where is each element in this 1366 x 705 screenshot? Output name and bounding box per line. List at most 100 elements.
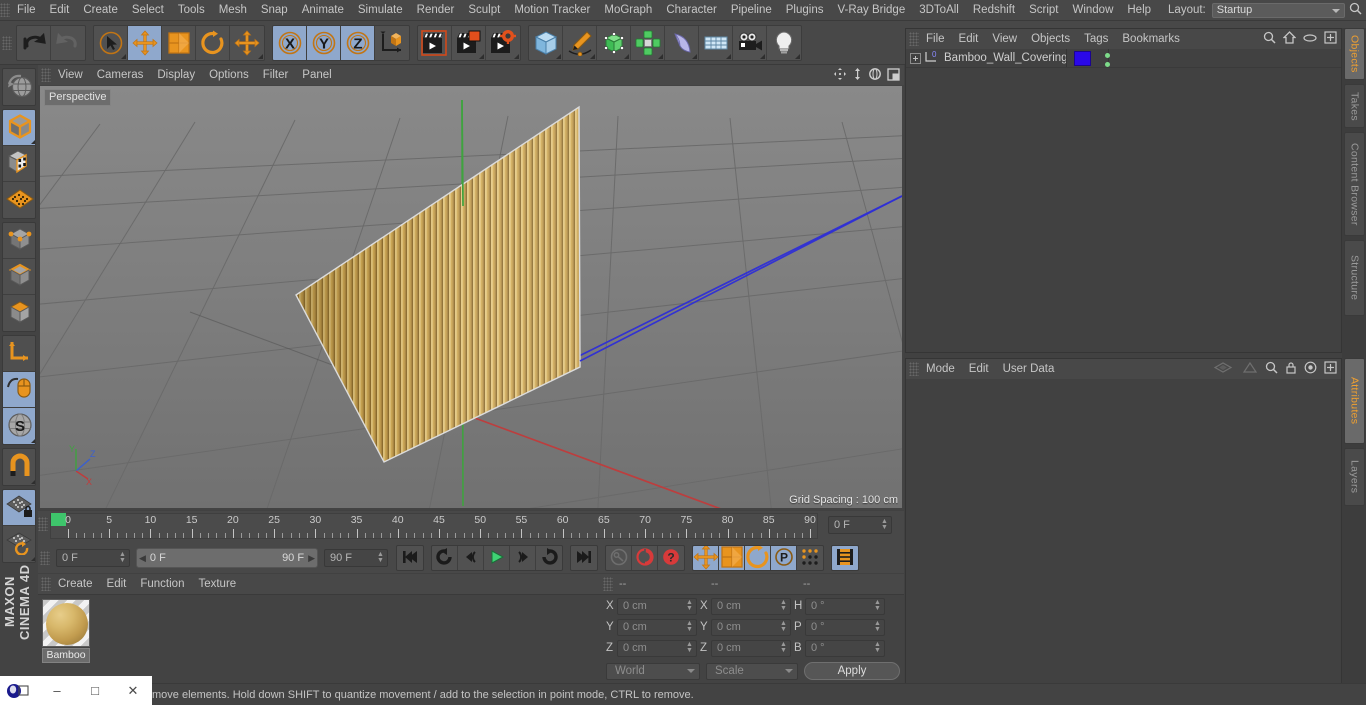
material-menu-texture[interactable]: Texture	[191, 574, 243, 594]
menu-mograph[interactable]: MoGraph	[597, 0, 659, 20]
search-icon[interactable]	[1263, 31, 1276, 47]
autokeying-button[interactable]	[632, 546, 658, 570]
lock-workplane-button[interactable]	[3, 490, 35, 526]
search-icon[interactable]	[1265, 361, 1278, 377]
add-generator-button[interactable]	[597, 25, 631, 60]
viewport-solo-button[interactable]	[3, 182, 35, 218]
menu-motion-tracker[interactable]: Motion Tracker	[507, 0, 597, 20]
undo-view-button[interactable]	[3, 69, 35, 105]
viewport-menu-view[interactable]: View	[51, 65, 90, 85]
pan-icon[interactable]	[833, 67, 847, 84]
dock-tab-content-browser[interactable]: Content Browser	[1344, 132, 1365, 236]
timeline-frame-field[interactable]: 0 F ▲ ▼	[828, 516, 892, 534]
menu-tools[interactable]: Tools	[171, 0, 212, 20]
soft-selection-button[interactable]: S	[3, 408, 35, 444]
render-to-picture-viewer-button[interactable]	[452, 25, 486, 60]
menu-plugins[interactable]: Plugins	[779, 0, 831, 20]
material-gripper[interactable]	[41, 577, 51, 591]
texture-axis-button[interactable]	[3, 146, 35, 182]
coordinate-mode-select[interactable]: Scale	[706, 662, 798, 680]
add-spline-button[interactable]	[563, 25, 597, 60]
menu-edit[interactable]: Edit	[43, 0, 77, 20]
material-item[interactable]: Bamboo	[42, 599, 98, 663]
edges-mode-button[interactable]	[3, 259, 35, 295]
timeline-gripper[interactable]	[38, 517, 48, 531]
stepper-icon[interactable]: ▲ ▼	[685, 641, 694, 655]
current-frame-field[interactable]: 0 F ▲ ▼	[56, 549, 130, 567]
range-left-arrow-icon[interactable]: ◀	[139, 553, 146, 564]
dock-tab-takes[interactable]: Takes	[1344, 84, 1365, 128]
menu-snap[interactable]: Snap	[254, 0, 295, 20]
menu-redshift[interactable]: Redshift	[966, 0, 1022, 20]
free-move-tool[interactable]	[230, 25, 264, 60]
viewport-menu-filter[interactable]: Filter	[256, 65, 296, 85]
enable-axis-button[interactable]	[3, 336, 35, 372]
plus-box-icon[interactable]	[1324, 31, 1337, 47]
go-to-start-button[interactable]	[397, 546, 423, 570]
rotate-view-icon[interactable]	[868, 67, 882, 84]
preview-range-bar[interactable]: ◀ 0 F 90 F ▶	[136, 548, 318, 568]
play-previous-frame-button[interactable]	[432, 546, 458, 570]
tag-dot[interactable]	[1105, 53, 1110, 58]
close-window-button[interactable]: ✕	[114, 683, 152, 699]
viewport-menu-options[interactable]: Options	[202, 65, 256, 85]
object-manager-menu-objects[interactable]: Objects	[1024, 29, 1077, 49]
object-row[interactable]: 0 Bamboo_Wall_Covering	[906, 49, 1341, 68]
add-light-button[interactable]	[767, 25, 801, 60]
object-manager-menu-view[interactable]: View	[985, 29, 1024, 49]
expand-object-icon[interactable]	[910, 52, 921, 64]
material-list[interactable]: Bamboo	[38, 595, 600, 686]
transport-gripper[interactable]	[40, 551, 50, 565]
menu-mesh[interactable]: Mesh	[212, 0, 254, 20]
menu-v-ray-bridge[interactable]: V-Ray Bridge	[830, 0, 912, 20]
stepper-icon[interactable]: ▲ ▼	[779, 620, 788, 634]
menu-pipeline[interactable]: Pipeline	[724, 0, 779, 20]
add-array-button[interactable]	[631, 25, 665, 60]
menu-sculpt[interactable]: Sculpt	[461, 0, 507, 20]
attribute-menu-mode[interactable]: Mode	[919, 359, 962, 379]
render-view-button[interactable]	[418, 25, 452, 60]
viewport-3d-canvas[interactable]: Perspective Grid Spacing : 100 cm Y Z X	[40, 86, 902, 508]
menu-simulate[interactable]: Simulate	[351, 0, 410, 20]
menu-script[interactable]: Script	[1022, 0, 1065, 20]
coordinate-position-field[interactable]: 0 cm ▲ ▼	[617, 597, 697, 615]
stepper-icon[interactable]: ▲ ▼	[873, 599, 882, 613]
coordinate-rotation-field[interactable]: 0 ° ▲ ▼	[805, 639, 885, 657]
menu-animate[interactable]: Animate	[295, 0, 351, 20]
live-selection-tool[interactable]	[94, 25, 128, 60]
ellipse-icon[interactable]	[1303, 33, 1317, 46]
material-sphere-icon[interactable]	[42, 599, 90, 647]
add-cube-button[interactable]	[529, 25, 563, 60]
attribute-menu-user-data[interactable]: User Data	[996, 359, 1062, 379]
keyframe-selection-button[interactable]: ?	[658, 546, 684, 570]
add-environment-button[interactable]	[699, 25, 733, 60]
stepper-icon[interactable]: ▲ ▼	[880, 518, 889, 532]
point-level-animation-button[interactable]	[797, 546, 823, 570]
menu-help[interactable]: Help	[1120, 0, 1158, 20]
material-menu-create[interactable]: Create	[51, 574, 100, 594]
stepper-icon[interactable]: ▲ ▼	[685, 620, 694, 634]
record-active-objects-button[interactable]	[606, 546, 632, 570]
rotation-keying-button[interactable]	[745, 546, 771, 570]
object-manager-menu-edit[interactable]: Edit	[952, 29, 986, 49]
stepper-icon[interactable]: ▲ ▼	[685, 599, 694, 613]
lock-y-axis-button[interactable]: Y	[307, 25, 341, 60]
app-icon[interactable]	[0, 683, 38, 699]
scale-keying-button[interactable]	[719, 546, 745, 570]
go-to-previous-frame-button[interactable]	[458, 546, 484, 570]
stepper-icon[interactable]: ▲ ▼	[873, 620, 882, 634]
target-icon[interactable]	[1304, 361, 1317, 377]
lock-x-axis-button[interactable]: X	[273, 25, 307, 60]
maximize-viewport-icon[interactable]	[887, 67, 900, 84]
menu-render[interactable]: Render	[410, 0, 462, 20]
attribute-manager-gripper[interactable]	[909, 362, 919, 376]
menu-gripper[interactable]	[0, 3, 10, 17]
maximize-window-button[interactable]: □	[76, 683, 114, 698]
coordinate-rotation-field[interactable]: 0 ° ▲ ▼	[805, 597, 885, 615]
tag-dot[interactable]	[1105, 62, 1110, 67]
search-icon[interactable]	[1345, 2, 1366, 18]
play-button[interactable]	[484, 546, 510, 570]
coordinate-position-field[interactable]: 0 cm ▲ ▼	[617, 639, 697, 657]
rotate-tool[interactable]	[196, 25, 230, 60]
lock-icon[interactable]	[1285, 361, 1297, 377]
